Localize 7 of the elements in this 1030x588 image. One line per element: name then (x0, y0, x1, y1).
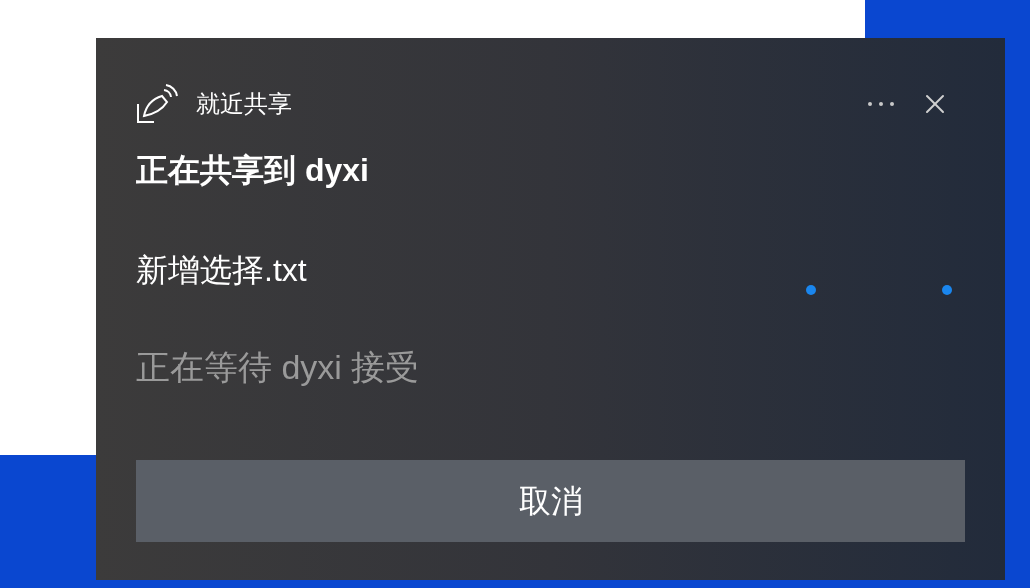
dialog-title: 就近共享 (196, 89, 292, 119)
share-icon (136, 84, 178, 124)
status-text: 正在等待 dyxi 接受 (136, 347, 421, 388)
file-name: 新增选择.txt (136, 251, 308, 290)
more-icon (868, 102, 894, 106)
cancel-button[interactable]: 取消 (136, 460, 965, 542)
share-heading: 正在共享到 dyxi (136, 151, 370, 190)
